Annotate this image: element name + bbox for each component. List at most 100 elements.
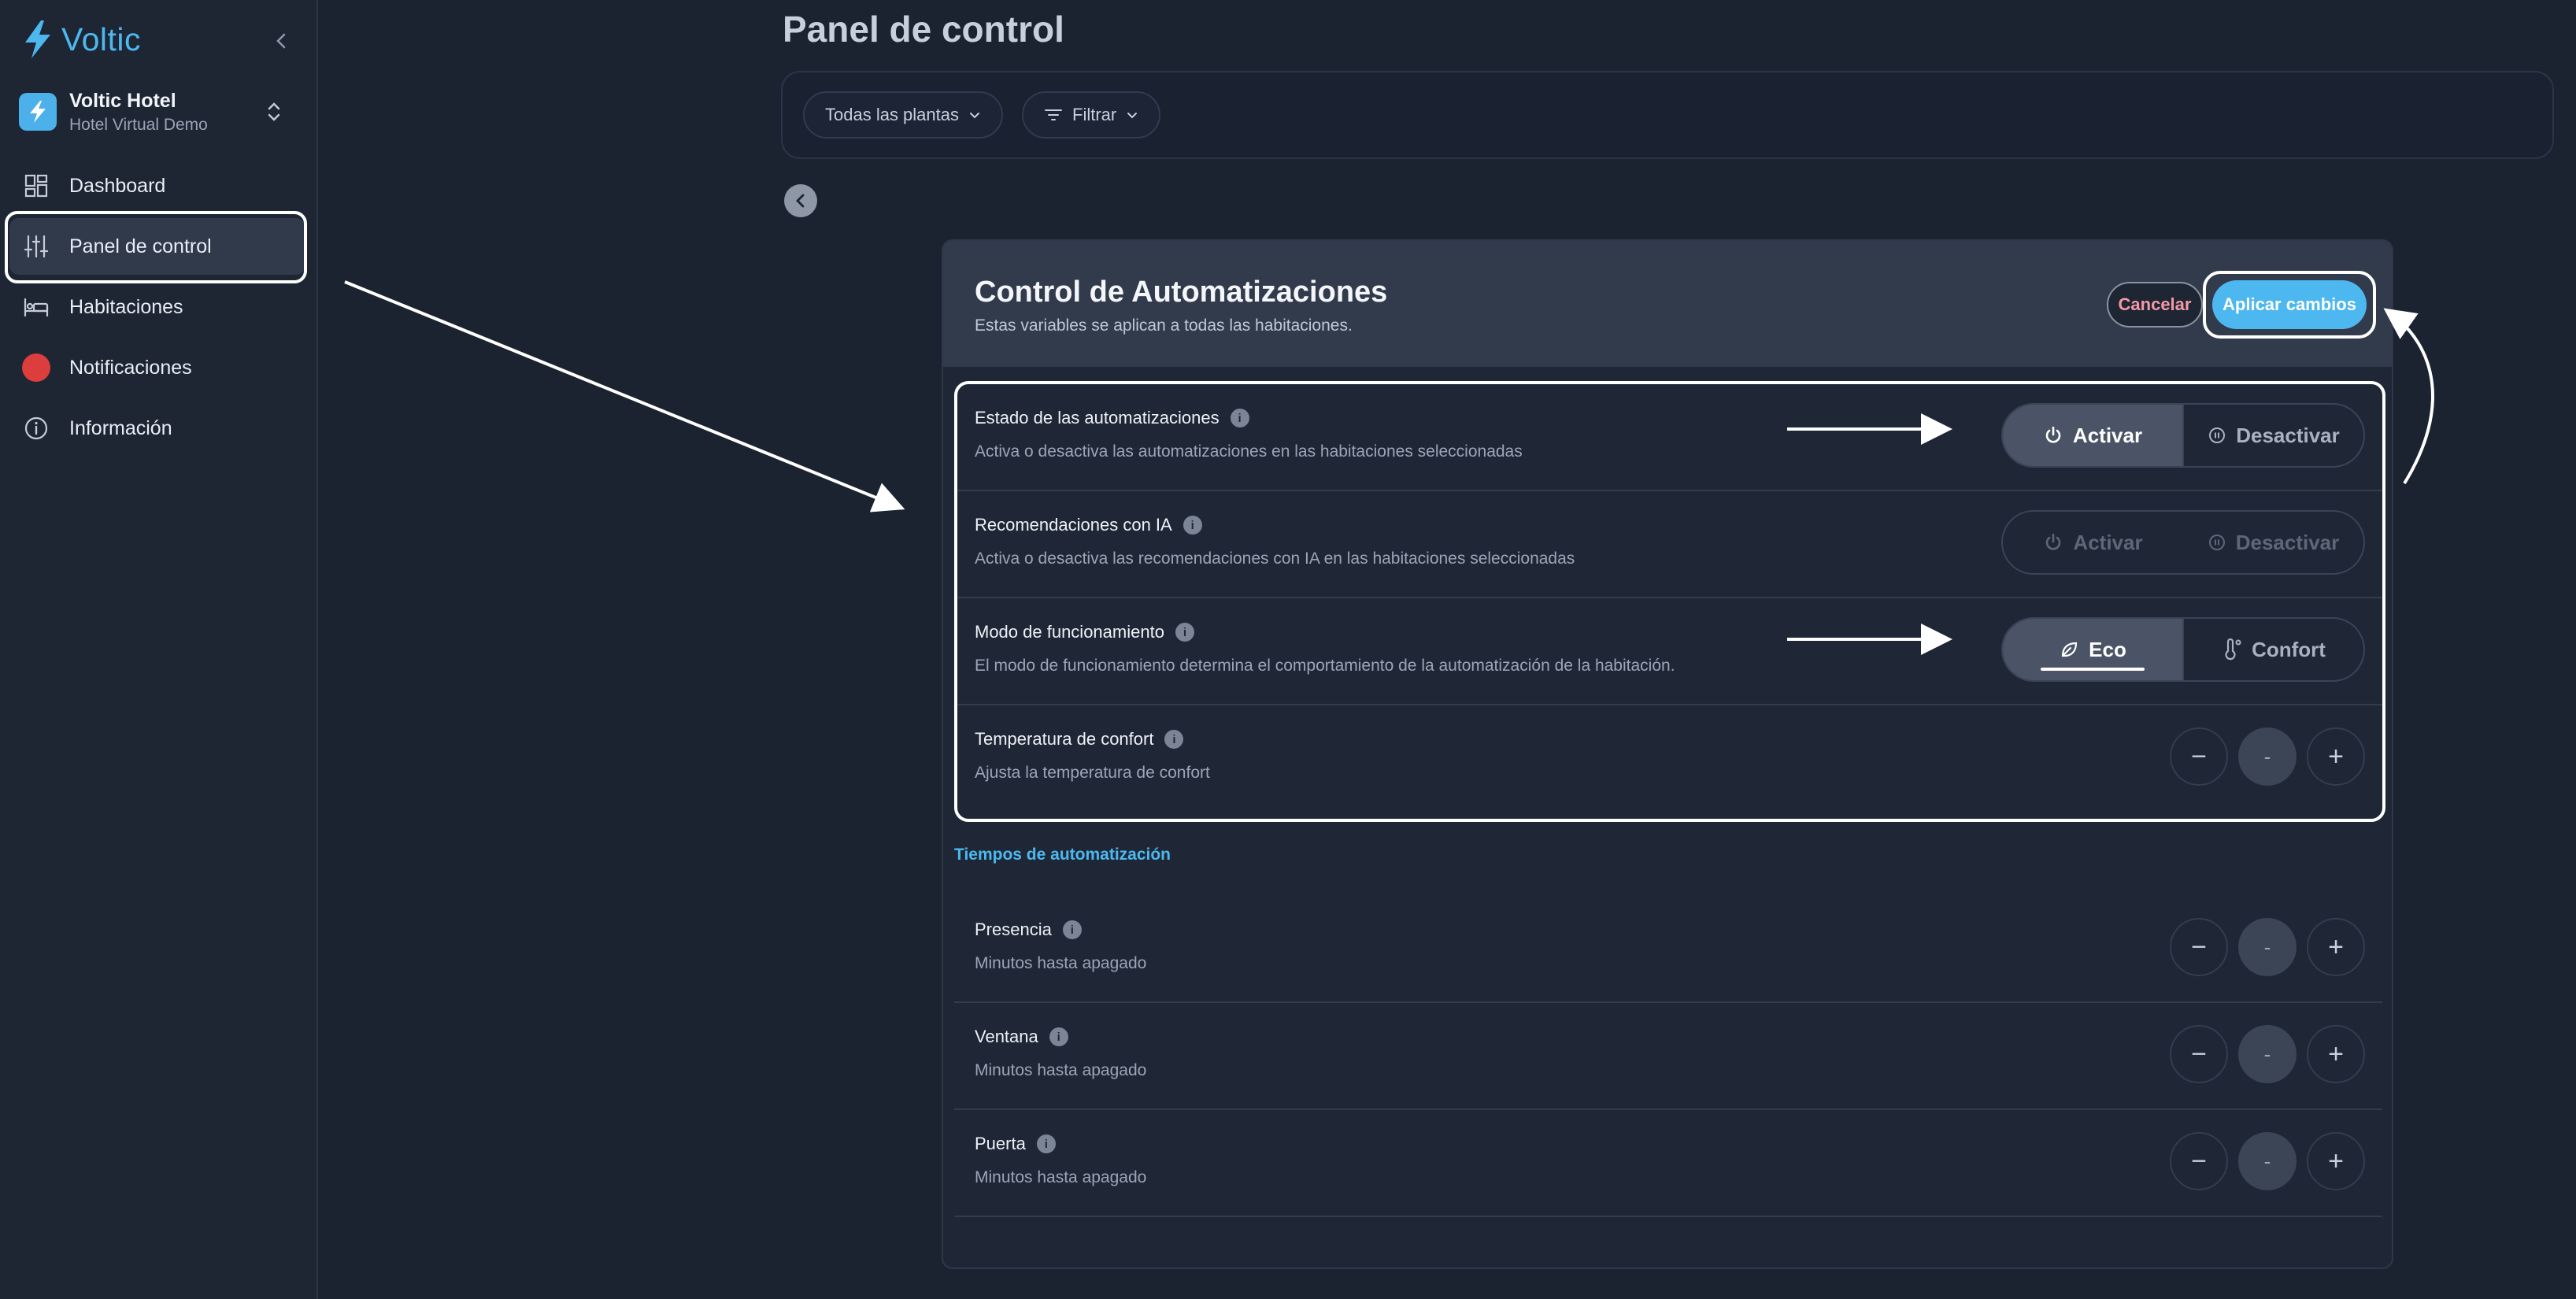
arrow-to-apply-button: [2383, 308, 2434, 485]
sidebar-item-label: Habitaciones: [69, 295, 183, 318]
section-title-timings: Tiempos de automatización: [954, 846, 1171, 864]
timing-description: Minutos hasta apagado: [975, 1061, 1147, 1079]
filter-bar: Todas las plantas Filtrar: [781, 71, 2554, 159]
back-button[interactable]: [784, 184, 817, 217]
sidebar-item-label: Dashboard: [69, 174, 166, 197]
info-icon[interactable]: i: [1036, 1134, 1056, 1153]
decrement-button[interactable]: −: [2170, 1132, 2228, 1190]
setting-label: Temperatura de confort: [975, 729, 1154, 749]
filter-label: Filtrar: [1072, 105, 1117, 124]
decrement-button[interactable]: −: [2170, 727, 2228, 786]
collapse-sidebar-button[interactable]: [268, 27, 296, 55]
sidebar-item-notificaciones[interactable]: Notificaciones: [9, 339, 305, 396]
activate-option[interactable]: Activar: [2003, 512, 2183, 573]
sidebar-nav: Dashboard Panel de control Habitaciones …: [9, 157, 305, 461]
timing-label: Ventana: [975, 1027, 1038, 1046]
card-subtitle: Estas variables se aplican a todas las h…: [975, 316, 1353, 335]
hotel-subtitle: Hotel Virtual Demo: [69, 115, 208, 134]
door-stepper: − - +: [2170, 1132, 2365, 1190]
automations-toggle: Activar Desactivar: [2001, 403, 2365, 468]
deactivate-option[interactable]: Desactivar: [2183, 512, 2363, 573]
selected-indicator: [2041, 668, 2145, 671]
increment-button[interactable]: +: [2307, 1132, 2365, 1190]
bolt-icon: [25, 20, 50, 58]
timing-description: Minutos hasta apagado: [975, 954, 1147, 972]
sidebar-item-label: Notificaciones: [69, 356, 192, 379]
stepper-value[interactable]: -: [2238, 727, 2297, 786]
filter-dropdown[interactable]: Filtrar: [1022, 91, 1161, 139]
info-icon[interactable]: i: [1230, 409, 1249, 427]
timing-label: Presencia: [975, 920, 1052, 939]
brand-name: Voltic: [61, 20, 141, 57]
hotel-name: Voltic Hotel: [69, 89, 176, 112]
activate-option[interactable]: Activar: [2003, 405, 2182, 466]
setting-row-operating-mode: Modo de funcionamiento i El modo de func…: [954, 597, 2382, 705]
sidebar-item-informacion[interactable]: Información: [9, 400, 305, 457]
stepper-value[interactable]: -: [2238, 1025, 2297, 1083]
pause-circle-icon: [2208, 535, 2225, 550]
info-icon[interactable]: i: [1175, 623, 1194, 642]
page-title: Panel de control: [783, 9, 1064, 50]
leaf-icon: [2062, 642, 2078, 657]
operating-mode-toggle: Eco Confort: [2001, 617, 2365, 682]
info-icon[interactable]: i: [1062, 920, 1082, 939]
setting-description: Activa o desactiva las recomendaciones c…: [975, 550, 1575, 568]
deactivate-option[interactable]: Desactivar: [2182, 405, 2363, 466]
floors-dropdown[interactable]: Todas las plantas: [803, 91, 1003, 139]
chevron-down-icon: [970, 113, 979, 119]
sidebar: Voltic Voltic Hotel Hotel Virtual Demo D…: [0, 0, 318, 1299]
sliders-icon: [22, 232, 50, 261]
info-icon[interactable]: i: [1183, 516, 1202, 535]
card-title: Control de Automatizaciones: [975, 276, 1388, 309]
power-icon: [2046, 533, 2061, 550]
window-stepper: − - +: [2170, 1025, 2365, 1083]
setting-row-ai-recommendations: Recomendaciones con IA i Activa o desact…: [954, 490, 2382, 598]
ai-recommendations-toggle: Activar Desactivar: [2001, 510, 2365, 575]
automation-control-card: Control de Automatizaciones Estas variab…: [942, 239, 2393, 1269]
brand-logo[interactable]: Voltic: [20, 19, 141, 60]
comfort-temperature-stepper: − - +: [2170, 727, 2365, 786]
hotel-selector[interactable]: Voltic Hotel Hotel Virtual Demo: [19, 83, 294, 140]
eco-option[interactable]: Eco: [2003, 619, 2182, 680]
apply-changes-button[interactable]: Aplicar cambios: [2212, 280, 2367, 329]
stepper-value[interactable]: -: [2238, 1132, 2297, 1190]
filter-icon: [1045, 109, 1062, 120]
increment-button[interactable]: +: [2307, 918, 2365, 976]
increment-button[interactable]: +: [2307, 727, 2365, 786]
power-icon: [2045, 426, 2061, 443]
arrow-nav-to-card: [344, 280, 905, 513]
timing-row-window: Ventana i Minutos hasta apagado − - +: [954, 1001, 2382, 1110]
increment-button[interactable]: +: [2307, 1025, 2365, 1083]
chevron-left-icon: [276, 33, 286, 49]
setting-description: Ajusta la temperatura de confort: [975, 764, 1210, 782]
dashboard-icon: [22, 172, 50, 200]
setting-label: Modo de funcionamiento: [975, 622, 1164, 642]
info-circle-icon: [22, 414, 50, 442]
sidebar-item-panel-de-control[interactable]: Panel de control: [9, 218, 305, 275]
presence-stepper: − - +: [2170, 918, 2365, 976]
confort-option[interactable]: Confort: [2182, 619, 2363, 680]
setting-label: Estado de las automatizaciones: [975, 408, 1220, 427]
timing-row-door: Puerta i Minutos hasta apagado − - +: [954, 1108, 2382, 1217]
decrement-button[interactable]: −: [2170, 1025, 2228, 1083]
sidebar-item-label: Información: [69, 416, 172, 439]
decrement-button[interactable]: −: [2170, 918, 2228, 976]
info-icon[interactable]: i: [1049, 1027, 1068, 1046]
card-header: Control de Automatizaciones Estas variab…: [943, 241, 2392, 367]
info-icon[interactable]: i: [1164, 730, 1184, 749]
timing-row-presence: Presencia i Minutos hasta apagado − - +: [954, 894, 2382, 1003]
timing-label: Puerta: [975, 1134, 1026, 1153]
setting-description: El modo de funcionamiento determina el c…: [975, 657, 1675, 675]
sidebar-item-label: Panel de control: [69, 235, 212, 257]
floors-dropdown-label: Todas las plantas: [825, 105, 959, 124]
sidebar-item-habitaciones[interactable]: Habitaciones: [9, 279, 305, 335]
sidebar-item-dashboard[interactable]: Dashboard: [9, 157, 305, 214]
bed-icon: [22, 293, 50, 321]
stepper-value[interactable]: -: [2238, 918, 2297, 976]
cancel-button[interactable]: Cancelar: [2107, 282, 2203, 328]
setting-row-automations: Estado de las automatizaciones i Activa …: [954, 383, 2382, 491]
chevron-left-icon: [796, 194, 805, 208]
timing-description: Minutos hasta apagado: [975, 1168, 1147, 1186]
thermometer-icon: [2225, 638, 2241, 661]
bolt-icon: [30, 101, 46, 123]
